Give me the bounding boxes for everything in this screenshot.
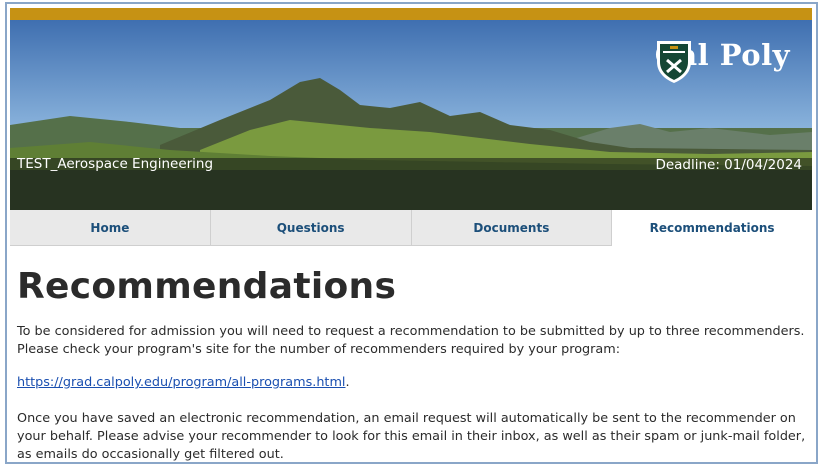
hero-banner: Cal Poly [10,20,812,210]
page-title: Recommendations [17,266,397,307]
tab-bar: Home Questions Documents Recommendations [10,210,812,246]
tab-documents[interactable]: Documents [411,210,613,246]
tab-home[interactable]: Home [10,210,211,246]
intro-text: To be considered for admission you will … [17,324,805,357]
deadline-label: Deadline: 01/04/2024 [655,157,802,173]
tab-recommendations[interactable]: Recommendations [612,210,812,246]
link-suffix: . [345,375,350,390]
programs-link-line: https://grad.calpoly.edu/program/all-pro… [17,374,807,392]
gold-accent-bar [10,8,812,20]
tab-questions[interactable]: Questions [210,210,412,246]
all-programs-link[interactable]: https://grad.calpoly.edu/program/all-pro… [17,375,345,390]
cal-poly-shield-icon [656,41,691,83]
program-name: TEST_Aerospace Engineering [17,156,214,172]
cal-poly-logo[interactable]: Cal Poly [655,38,790,83]
email-notice-text: Once you have saved an electronic recomm… [17,411,806,462]
